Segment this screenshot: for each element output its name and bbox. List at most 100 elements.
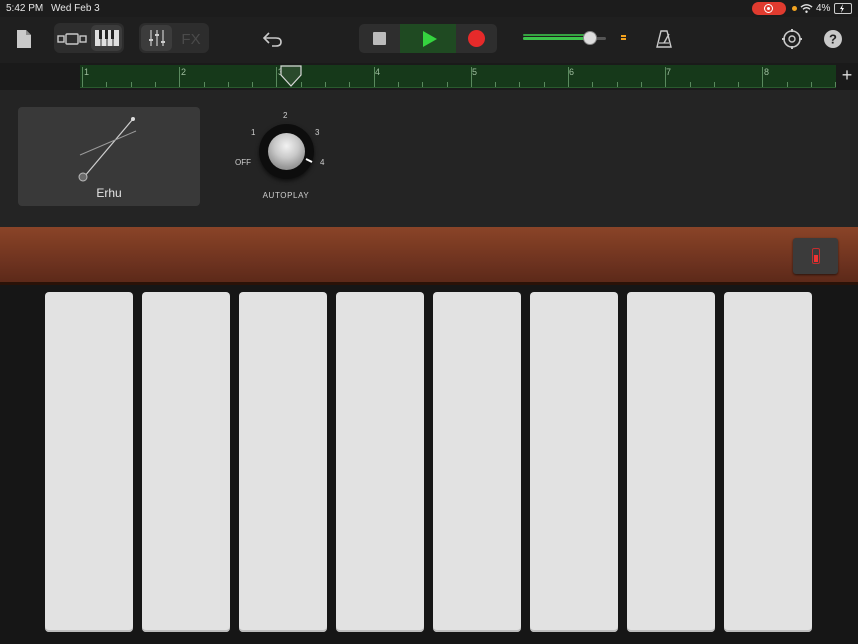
ruler-tick	[227, 82, 229, 87]
ruler-tick	[519, 82, 521, 87]
ruler-tick	[397, 82, 399, 87]
battery-percent: 4%	[816, 3, 831, 14]
string-key-7[interactable]	[627, 292, 715, 632]
ruler-tick	[325, 82, 326, 87]
string-key-6[interactable]	[530, 292, 618, 632]
bar-number: 5	[472, 67, 478, 77]
ruler-tick	[82, 67, 83, 87]
play-button[interactable]	[400, 24, 456, 53]
ruler-tick	[203, 82, 205, 87]
ruler-tick	[106, 82, 108, 87]
status-bar: 5:42 PM Wed Feb 3 4%	[0, 0, 858, 17]
ruler-tick	[422, 82, 424, 87]
stop-button[interactable]	[359, 24, 399, 53]
bar-number: 1	[84, 67, 90, 77]
bar-number: 6	[569, 67, 575, 77]
volume-level	[523, 34, 586, 36]
track-controls-button[interactable]	[141, 25, 172, 51]
ruler-tick	[276, 67, 278, 87]
metronome-button[interactable]	[653, 28, 675, 50]
ruler-tick	[373, 67, 375, 87]
string-key-4[interactable]	[336, 292, 424, 632]
status-time: 5:42 PM	[6, 3, 44, 14]
add-section-button[interactable]: +	[838, 66, 856, 86]
keyboard-view-button[interactable]	[91, 25, 122, 51]
transport-controls	[359, 24, 497, 53]
autoplay-1-label: 1	[251, 128, 256, 137]
piano-keys-icon	[94, 30, 119, 46]
autoplay-off-label: OFF	[235, 158, 251, 167]
ruler-tick	[835, 82, 837, 87]
ruler-tick	[470, 67, 472, 87]
strings-toggle-icon	[812, 248, 820, 264]
sliders-icon	[148, 30, 165, 46]
play-icon	[422, 30, 437, 47]
ruler-tick	[568, 67, 569, 87]
string-key-8[interactable]	[724, 292, 812, 632]
status-date: Wed Feb 3	[51, 3, 100, 14]
microphone-indicator	[792, 6, 797, 11]
string-key-1[interactable]	[45, 292, 133, 632]
autoplay-2-label: 2	[283, 111, 288, 120]
battery-icon	[834, 3, 852, 14]
help-icon: ?	[824, 30, 842, 48]
volume-thumb[interactable]	[583, 31, 597, 45]
screen-recording-indicator[interactable]	[752, 2, 786, 15]
settings-button[interactable]	[780, 27, 804, 51]
ruler-tick	[616, 82, 618, 87]
ruler-tick	[738, 82, 740, 87]
ruler-tick	[446, 82, 448, 87]
string-key-2[interactable]	[142, 292, 230, 632]
ruler-tick	[689, 82, 691, 87]
tracks-view-button[interactable]	[56, 28, 88, 50]
ruler-tick	[349, 82, 351, 87]
ruler-tick	[786, 82, 788, 87]
timeline-ruler[interactable]: 1 2 3 4 5 6 7 8	[80, 65, 837, 88]
ruler-tick	[252, 82, 254, 87]
instrument-selector[interactable]: Erhu	[18, 107, 200, 206]
playhead[interactable]	[280, 65, 302, 87]
ruler-tick	[154, 82, 156, 87]
ruler-tick	[640, 82, 642, 87]
ruler-tick	[592, 82, 594, 87]
stop-icon	[372, 32, 386, 45]
ruler-tick	[762, 67, 764, 87]
autoplay-label: AUTOPLAY	[262, 191, 310, 200]
bar-number: 2	[181, 67, 187, 77]
ruler-tick	[495, 82, 497, 87]
autoplay-4-label: 4	[320, 158, 325, 167]
ruler-tick	[543, 82, 545, 87]
record-icon	[468, 30, 485, 47]
instrument-name: Erhu	[96, 186, 122, 200]
my-songs-button[interactable]	[14, 28, 34, 50]
bar-number: 8	[764, 67, 770, 77]
document-icon	[17, 30, 31, 48]
record-button[interactable]	[456, 24, 497, 53]
ruler-tick	[811, 82, 812, 87]
undo-button[interactable]	[262, 28, 284, 50]
output-level-meter	[621, 35, 626, 42]
bar-number: 7	[666, 67, 672, 77]
metronome-icon	[656, 30, 672, 48]
string-key-5[interactable]	[433, 292, 521, 632]
ruler-tick	[713, 82, 715, 87]
autoplay-3-label: 3	[315, 128, 320, 137]
wood-panel	[0, 227, 858, 285]
string-key-3[interactable]	[239, 292, 327, 632]
master-volume-slider[interactable]	[523, 31, 606, 45]
help-button[interactable]: ?	[822, 28, 844, 50]
undo-icon	[263, 32, 282, 47]
ruler-tick	[179, 67, 181, 87]
svg-text:?: ?	[829, 32, 837, 47]
volume-fill	[523, 37, 590, 40]
bar-number: 4	[375, 67, 381, 77]
knob-indicator	[305, 158, 313, 163]
ruler-tick	[665, 67, 667, 87]
ruler-tick	[130, 82, 132, 87]
tracks-view-icon	[57, 33, 87, 45]
wifi-icon	[800, 4, 813, 13]
strings-mode-button[interactable]	[793, 238, 838, 274]
gear-icon	[782, 29, 802, 49]
fx-button[interactable]: FX	[176, 28, 206, 50]
autoplay-knob[interactable]	[259, 124, 314, 179]
